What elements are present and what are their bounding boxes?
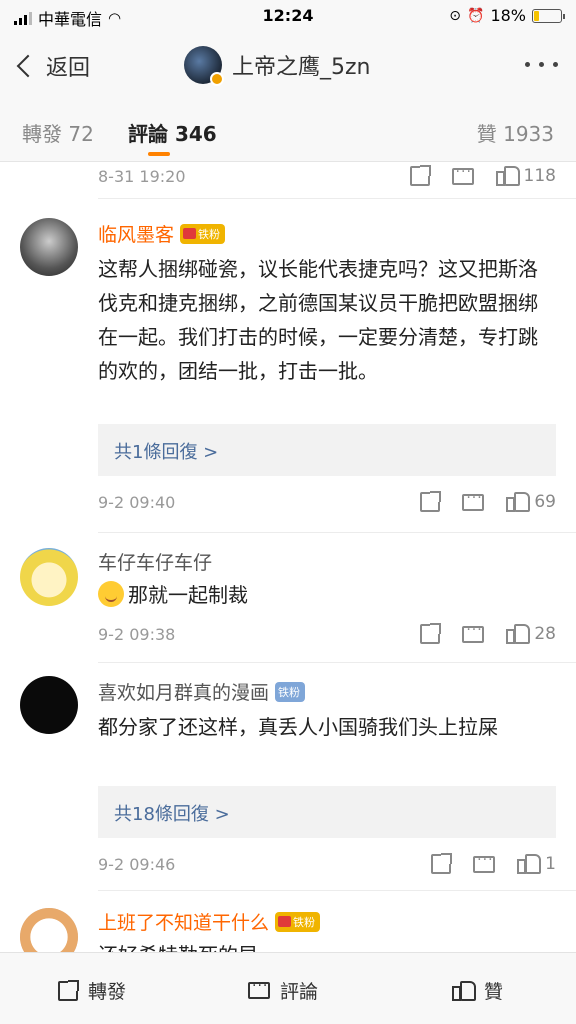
comment-list[interactable]: 8-31 19:20 118 临风墨客 铁粉 这帮人捆绑碰瓷，议长能代表捷克吗？… xyxy=(0,162,576,952)
thumbs-up-icon xyxy=(506,624,531,644)
crown-icon xyxy=(183,228,197,239)
like-count: 28 xyxy=(534,624,556,644)
page-title: 上帝之鹰_5zn xyxy=(232,55,371,80)
repost-button[interactable] xyxy=(420,623,442,644)
replies-link[interactable]: 共18條回復 > xyxy=(98,786,556,838)
more-icon[interactable] xyxy=(525,62,558,67)
comment-icon xyxy=(473,852,496,873)
avatar[interactable] xyxy=(20,548,78,606)
fan-badge: 铁粉 xyxy=(180,223,226,244)
chevron-left-icon xyxy=(16,54,40,78)
thumbs-up-icon xyxy=(506,492,531,512)
thumbs-up-icon xyxy=(517,854,542,874)
share-icon xyxy=(409,165,431,186)
replies-link[interactable]: 共1條回復 > xyxy=(98,424,556,476)
tab-repost[interactable]: 轉發 72 xyxy=(22,118,94,147)
reply-button[interactable] xyxy=(462,490,485,511)
comment-text: 那就一起制裁 xyxy=(98,578,552,612)
like-label: 贊 xyxy=(484,981,504,1003)
nav-profile[interactable]: 上帝之鹰_5zn xyxy=(184,46,371,86)
tab-bar: 轉發 72 評論 346 贊 1933 xyxy=(0,98,576,162)
share-icon xyxy=(431,853,453,874)
like-count: 118 xyxy=(523,166,556,186)
comment-text: 都分家了还这样，真丢人小国骑我们头上拉屎 xyxy=(98,715,498,739)
comment-meta: 8-31 19:20 118 xyxy=(98,162,556,190)
alarm-icon: ⏰ xyxy=(467,7,485,24)
comment-text: 这帮人捆绑碰瓷，议长能代表捷克吗？这又把斯洛伐克和捷克捆绑，之前德国某议员干脆把… xyxy=(98,257,538,383)
reply-button[interactable] xyxy=(473,852,496,873)
status-bar: 中華電信 ◠ 12:24 ⊙ ⏰ 18% xyxy=(0,0,576,34)
reply-button[interactable] xyxy=(451,164,474,185)
divider xyxy=(98,662,576,663)
comment-icon xyxy=(451,164,474,185)
like-button[interactable]: 69 xyxy=(506,492,556,512)
thumbs-up-icon xyxy=(495,166,520,186)
thumbs-up-icon xyxy=(452,980,476,1001)
comment-label: 評論 xyxy=(280,981,319,1003)
crown-icon xyxy=(278,916,292,927)
comment-meta: 9-2 09:46 1 xyxy=(98,850,556,878)
comment-icon xyxy=(462,490,485,511)
tab-comment[interactable]: 評論 346 xyxy=(128,118,217,147)
share-icon xyxy=(58,979,79,1001)
comment-icon xyxy=(462,622,485,643)
avatar[interactable] xyxy=(20,218,78,276)
comment-meta: 9-2 09:38 28 xyxy=(98,620,556,648)
battery-percent: 18% xyxy=(490,6,526,25)
tab-indicator xyxy=(148,152,170,156)
like-button[interactable]: 118 xyxy=(495,166,556,186)
replies-count: 共1條回復 > xyxy=(114,442,219,463)
back-label: 返回 xyxy=(46,56,91,81)
like-button[interactable]: 1 xyxy=(517,854,556,874)
fan-badge: 铁粉 xyxy=(275,911,321,932)
like-button[interactable]: 28 xyxy=(506,624,556,644)
comment-icon xyxy=(248,978,270,999)
battery-icon xyxy=(532,8,565,23)
verified-badge-icon xyxy=(210,72,224,86)
bottom-action-bar: 轉發 評論 贊 xyxy=(0,952,576,1024)
username[interactable]: 临风墨客 xyxy=(98,220,174,247)
share-icon xyxy=(420,491,442,512)
nav-bar: 返回 上帝之鹰_5zn xyxy=(0,34,576,98)
tab-like[interactable]: 贊 1933 xyxy=(477,118,554,147)
comment-time: 9-2 09:40 xyxy=(98,492,176,512)
like-count: 69 xyxy=(534,492,556,512)
back-button[interactable]: 返回 xyxy=(14,50,90,82)
comment-time: 9-2 09:46 xyxy=(98,854,176,874)
username[interactable]: 喜欢如月群真的漫画 xyxy=(98,678,269,705)
comment-time: 8-31 19:20 xyxy=(98,166,186,186)
reply-button[interactable] xyxy=(462,622,485,643)
thinking-emoji-icon xyxy=(98,581,124,607)
repost-label: 轉發 xyxy=(88,981,127,1003)
divider xyxy=(98,890,576,891)
comment-button[interactable]: 評論 xyxy=(248,977,318,1004)
like-button[interactable]: 贊 xyxy=(452,977,503,1004)
comment-time: 9-2 09:38 xyxy=(98,624,176,644)
repost-button[interactable] xyxy=(420,491,442,512)
comment-meta: 9-2 09:40 69 xyxy=(98,488,556,516)
share-icon xyxy=(420,623,442,644)
avatar[interactable] xyxy=(20,908,78,952)
avatar xyxy=(184,46,224,86)
comment-text: 还好希特勒死的早 xyxy=(98,938,552,952)
username[interactable]: 上班了不知道干什么 xyxy=(98,908,269,935)
divider xyxy=(98,198,576,199)
like-count: 1 xyxy=(545,854,556,874)
repost-button[interactable] xyxy=(409,165,431,186)
repost-button[interactable]: 轉發 xyxy=(58,977,126,1004)
repost-button[interactable] xyxy=(431,853,453,874)
orientation-lock-icon: ⊙ xyxy=(449,7,461,24)
username[interactable]: 车仔车仔车仔 xyxy=(98,548,212,575)
divider xyxy=(98,532,576,533)
fan-badge: 铁粉 xyxy=(275,681,306,702)
avatar[interactable] xyxy=(20,676,78,734)
replies-count: 共18條回復 > xyxy=(114,804,230,825)
